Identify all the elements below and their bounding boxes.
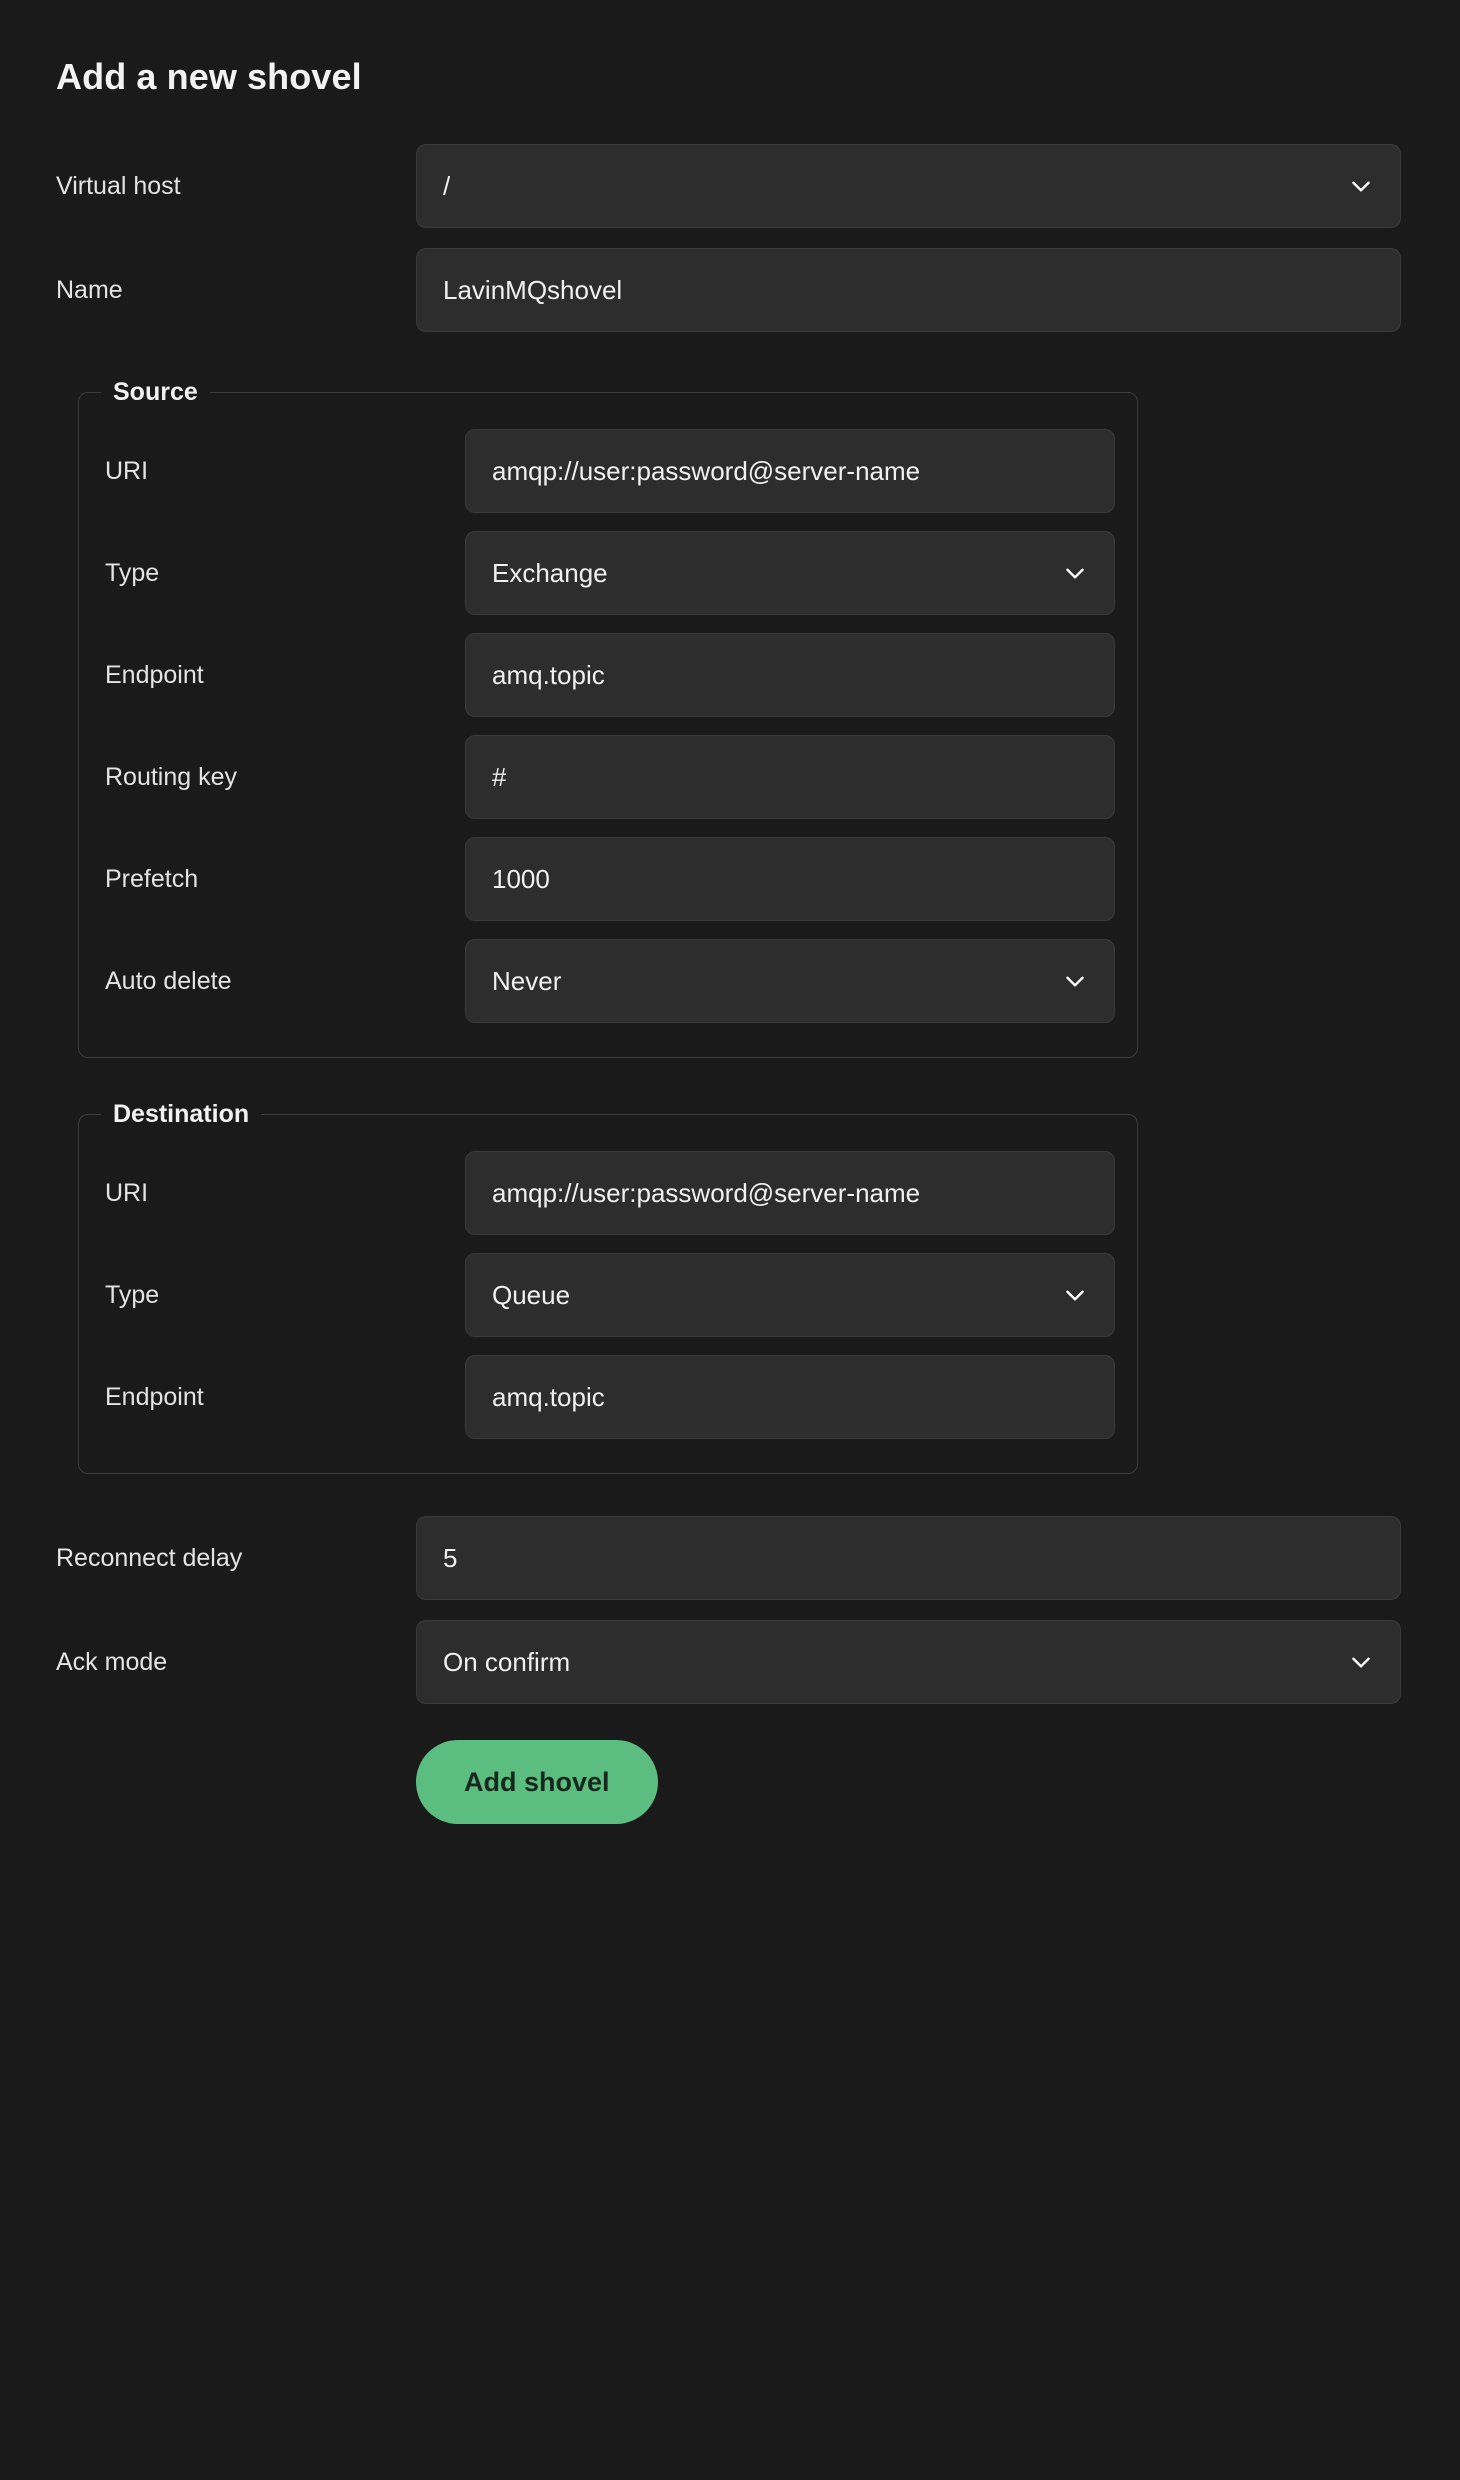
source-uri-input[interactable]: amqp://user:password@server-name [465, 429, 1115, 513]
field-row-name: Name LavinMQshovel [56, 248, 1401, 332]
source-endpoint-input[interactable]: amq.topic [465, 633, 1115, 717]
destination-type-label: Type [105, 1281, 160, 1309]
chevron-down-icon [1348, 1649, 1374, 1675]
destination-legend: Destination [113, 1100, 250, 1128]
destination-uri-value: amqp://user:password@server-name [492, 1177, 921, 1208]
chevron-down-icon [1062, 1282, 1088, 1308]
reconnect-delay-value: 5 [443, 1542, 458, 1573]
field-row-reconnect-delay: Reconnect delay 5 [56, 1516, 1401, 1600]
ack-mode-value: On confirm [443, 1646, 571, 1677]
source-auto-delete-label: Auto delete [105, 967, 232, 995]
destination-endpoint-label: Endpoint [105, 1383, 204, 1411]
field-row-source-type: Type Exchange [105, 531, 1115, 615]
submit-bar: Add shovel [416, 1740, 1460, 1824]
field-row-virtual-host: Virtual host / [56, 144, 1401, 228]
field-row-source-prefetch: Prefetch 1000 [105, 837, 1115, 921]
field-row-source-endpoint: Endpoint amq.topic [105, 633, 1115, 717]
field-row-destination-type: Type Queue [105, 1253, 1115, 1337]
source-endpoint-label: Endpoint [105, 661, 204, 689]
source-uri-value: amqp://user:password@server-name [492, 455, 921, 486]
ack-mode-label: Ack mode [56, 1648, 168, 1676]
virtual-host-label: Virtual host [56, 172, 181, 200]
name-label: Name [56, 276, 123, 304]
source-routing-key-label: Routing key [105, 763, 238, 791]
destination-fieldset: Destination URI amqp://user:password@ser… [78, 1100, 1138, 1474]
source-prefetch-label: Prefetch [105, 865, 199, 893]
source-type-label: Type [105, 559, 160, 587]
field-row-source-routing-key: Routing key # [105, 735, 1115, 819]
add-shovel-page: Add a new shovel Virtual host / Name Lav… [0, 0, 1460, 2480]
reconnect-delay-label: Reconnect delay [56, 1544, 243, 1572]
virtual-host-select[interactable]: / [416, 144, 1401, 228]
source-type-select[interactable]: Exchange [465, 531, 1115, 615]
destination-endpoint-value: amq.topic [492, 1381, 605, 1412]
name-value: LavinMQshovel [443, 274, 623, 305]
virtual-host-value: / [443, 170, 451, 201]
chevron-down-icon [1348, 173, 1374, 199]
field-row-destination-uri: URI amqp://user:password@server-name [105, 1151, 1115, 1235]
field-row-destination-endpoint: Endpoint amq.topic [105, 1355, 1115, 1439]
source-routing-key-value: # [492, 761, 507, 792]
source-uri-label: URI [105, 457, 149, 485]
source-endpoint-value: amq.topic [492, 659, 605, 690]
source-auto-delete-select[interactable]: Never [465, 939, 1115, 1023]
destination-type-value: Queue [492, 1279, 571, 1310]
field-row-source-uri: URI amqp://user:password@server-name [105, 429, 1115, 513]
ack-mode-select[interactable]: On confirm [416, 1620, 1401, 1704]
destination-endpoint-input[interactable]: amq.topic [465, 1355, 1115, 1439]
destination-uri-label: URI [105, 1179, 149, 1207]
source-type-value: Exchange [492, 557, 608, 588]
chevron-down-icon [1062, 968, 1088, 994]
field-row-source-auto-delete: Auto delete Never [105, 939, 1115, 1023]
source-legend: Source [113, 378, 198, 406]
chevron-down-icon [1062, 560, 1088, 586]
page-title: Add a new shovel [56, 56, 362, 97]
field-row-ack-mode: Ack mode On confirm [56, 1620, 1401, 1704]
destination-uri-input[interactable]: amqp://user:password@server-name [465, 1151, 1115, 1235]
reconnect-delay-input[interactable]: 5 [416, 1516, 1401, 1600]
destination-type-select[interactable]: Queue [465, 1253, 1115, 1337]
source-prefetch-input[interactable]: 1000 [465, 837, 1115, 921]
source-fieldset: Source URI amqp://user:password@server-n… [78, 378, 1138, 1058]
source-prefetch-value: 1000 [492, 863, 550, 894]
name-input[interactable]: LavinMQshovel [416, 248, 1401, 332]
source-auto-delete-value: Never [492, 965, 562, 996]
source-routing-key-input[interactable]: # [465, 735, 1115, 819]
add-shovel-button[interactable]: Add shovel [416, 1740, 658, 1824]
